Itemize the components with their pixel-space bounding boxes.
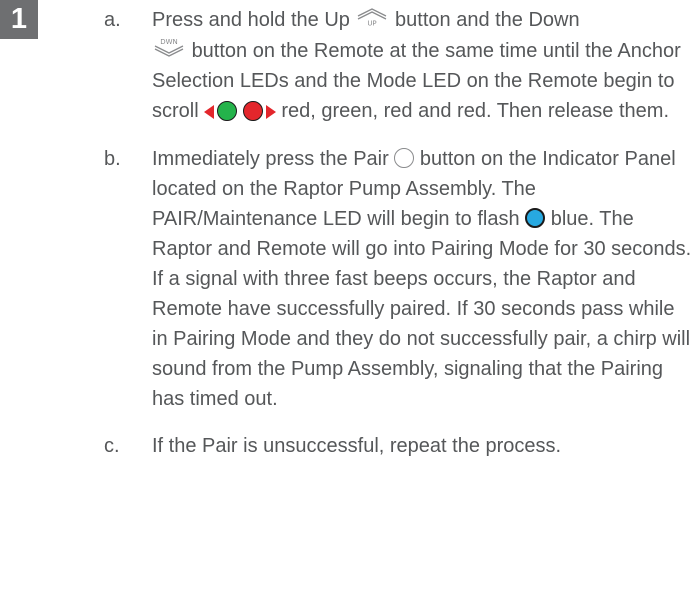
step-text: Press and hold the Up UP button and the … <box>152 5 694 127</box>
step-text-segment: Press and hold the Up <box>152 9 350 31</box>
instruction-step-b: b. Immediately press the Pair button on … <box>104 144 694 414</box>
instruction-list: a. Press and hold the Up UP button and t… <box>104 5 694 478</box>
step-text: If the Pair is unsuccessful, repeat the … <box>152 435 562 458</box>
down-button-icon: DWN <box>152 36 186 66</box>
arrow-left-icon <box>204 105 215 120</box>
step-letter: c. <box>104 435 120 458</box>
step-letter: b. <box>104 148 121 171</box>
step-text: Immediately press the Pair button on the… <box>152 144 694 414</box>
blue-led-icon <box>525 208 546 229</box>
pair-button-icon <box>394 148 415 169</box>
up-button-icon: UP <box>355 6 389 36</box>
green-led-icon <box>217 101 238 122</box>
step-text-segment: blue. The Raptor and Remote will go into… <box>152 208 692 411</box>
step-text-segment: Immediately press the Pair <box>152 148 389 171</box>
step-letter: a. <box>104 9 121 31</box>
step-number-badge: 1 <box>0 0 38 39</box>
instruction-step-a: a. Press and hold the Up UP button and t… <box>104 5 694 127</box>
red-led-icon <box>242 101 263 122</box>
instruction-step-c: c. If the Pair is unsuccessful, repeat t… <box>104 431 694 461</box>
step-text-segment: button and the Down <box>395 9 580 31</box>
arrow-right-icon <box>265 105 276 120</box>
step-text-segment: red, green, red and red. Then release th… <box>281 100 670 123</box>
led-scroll-icon <box>204 97 276 127</box>
svg-text:UP: UP <box>368 19 377 27</box>
svg-text:DWN: DWN <box>160 38 178 46</box>
